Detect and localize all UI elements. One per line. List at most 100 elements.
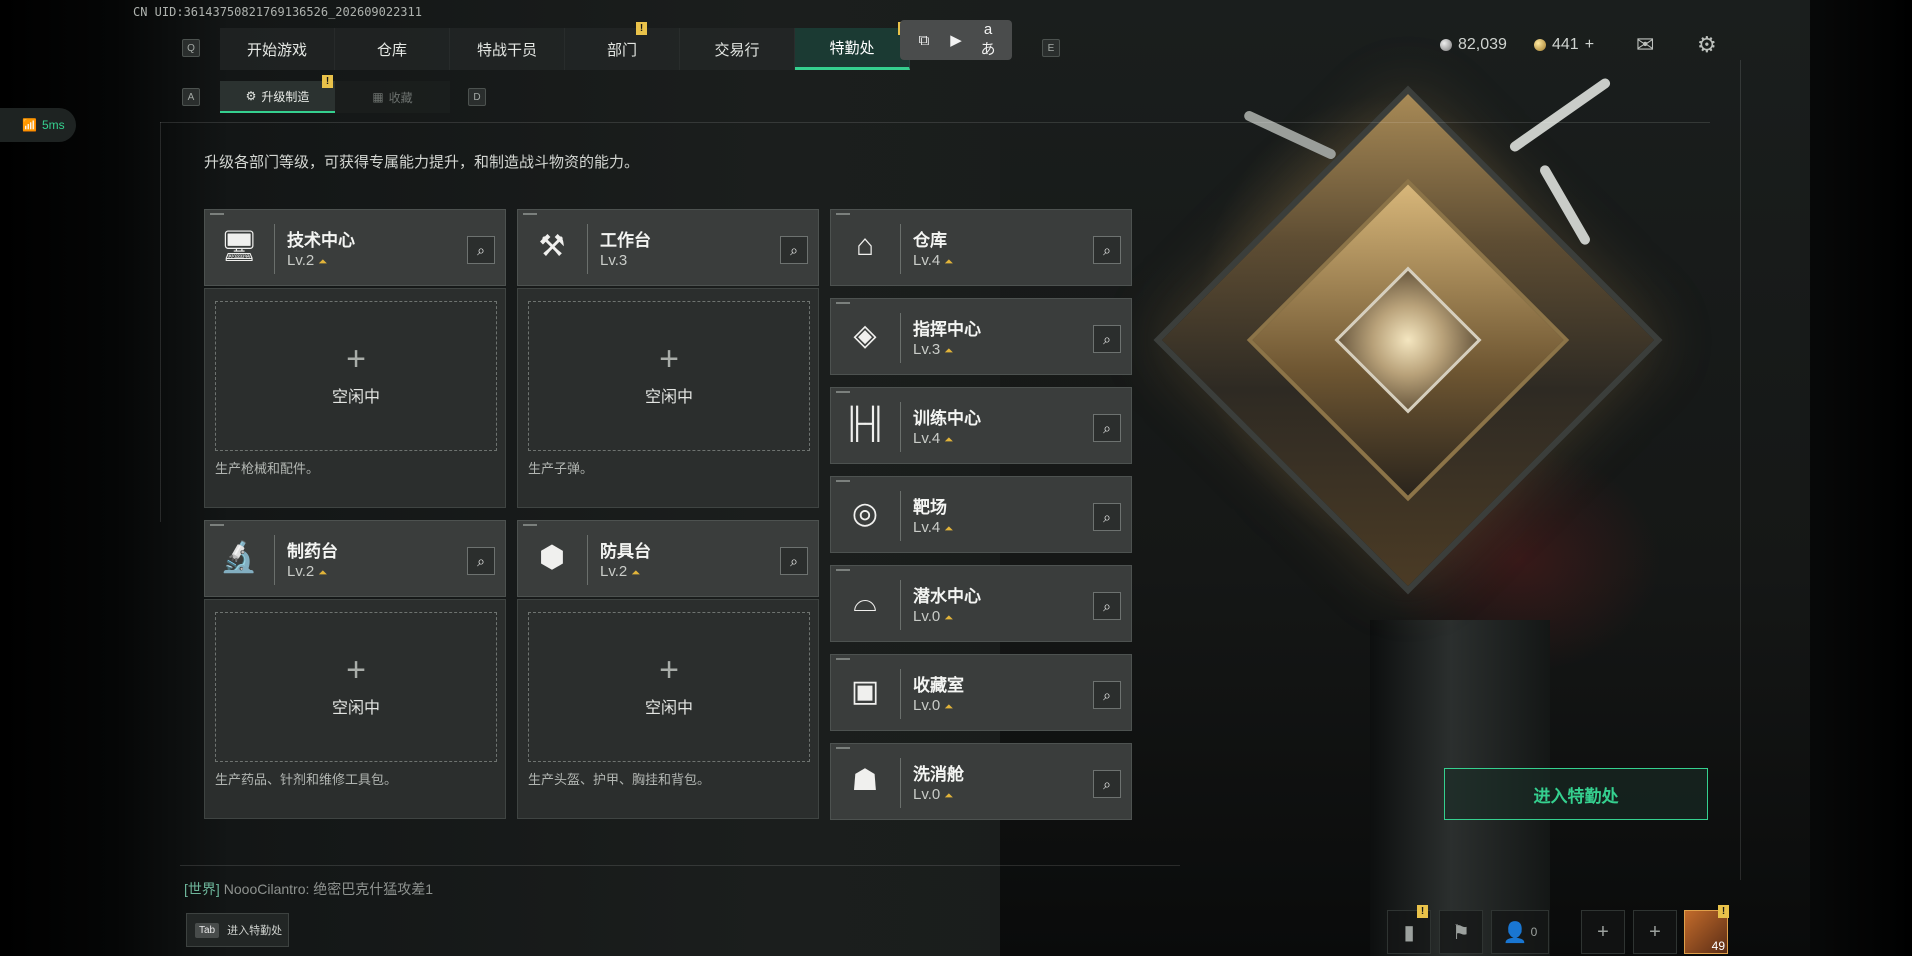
subtab-next-key[interactable]: D	[468, 88, 486, 106]
tab-special-ops[interactable]: 特勤处 !	[795, 22, 910, 70]
flag-icon: ⚑	[1452, 921, 1470, 944]
tab-departments[interactable]: 部门 !	[565, 22, 680, 70]
floating-toolbar: ⧉ ▶ aあ	[900, 20, 1012, 60]
inspect-button[interactable]: ⌕	[1093, 414, 1121, 442]
facility-level: Lv.0 ⏶	[913, 786, 953, 803]
inspect-button[interactable]: ⌕	[467, 236, 495, 264]
subtab-collection[interactable]: ▦ 收藏	[335, 81, 450, 113]
facility-card-diving-center[interactable]: ⌓ 潜水中心 Lv.0 ⏶ ⌕	[830, 565, 1132, 642]
settings-gear-icon[interactable]: ⚙	[1697, 32, 1717, 58]
world-chat[interactable]: [世界] NoooCilantro: 绝密巴克什猛攻差1	[184, 879, 433, 899]
inspect-button[interactable]: ⌕	[780, 547, 808, 575]
friends-button[interactable]: 👤 0	[1491, 910, 1549, 954]
workshop-card-pharmacy[interactable]: 🔬 制药台 Lv.2 ⏶ ⌕	[204, 520, 506, 597]
facility-card-decontamination[interactable]: ☗ 洗消舱 Lv.0 ⏶ ⌕	[830, 743, 1132, 820]
inspect-button[interactable]: ⌕	[1093, 681, 1121, 709]
tab-shortcut-hint[interactable]: Tab 进入特勤处	[186, 913, 289, 947]
inspect-button[interactable]: ⌕	[1093, 770, 1121, 798]
facility-name: 洗消舱	[913, 765, 964, 784]
production-slot[interactable]: + 空闲中	[528, 612, 810, 762]
upgrade-arrow-icon: ⏶	[944, 701, 954, 713]
workshop-card-tech-center[interactable]: 🖥 技术中心 Lv.2 ⏶ ⌕	[204, 209, 506, 286]
card-separator	[900, 402, 901, 452]
level-text: Lv.2	[600, 563, 628, 580]
production-slot[interactable]: + 空闲中	[528, 301, 810, 451]
production-slot[interactable]: + 空闲中	[215, 612, 497, 762]
level-text: Lv.0	[913, 786, 941, 803]
facility-card-warehouse[interactable]: ⌂ 仓库 Lv.4 ⏶ ⌕	[830, 209, 1132, 286]
facility-name: 潜水中心	[913, 587, 981, 606]
add-slot-button[interactable]: +	[1581, 910, 1625, 954]
production-hint: 生产枪械和配件。	[215, 461, 320, 476]
level-text: Lv.0	[913, 697, 941, 714]
inspect-button[interactable]: ⌕	[780, 236, 808, 264]
card-tag	[836, 569, 850, 571]
card-tag	[836, 747, 850, 749]
slot-status: 空闲中	[331, 700, 380, 717]
facility-level: Lv.2 ⏶	[287, 563, 327, 580]
computer-icon: 🖥	[219, 229, 259, 263]
user-icon: 👤	[1502, 921, 1528, 944]
nav-next-key[interactable]: E	[1042, 39, 1060, 57]
upgrade-arrow-icon: ⏶	[318, 256, 328, 268]
target-icon: ◎	[851, 496, 879, 530]
nav-prev-key[interactable]: Q	[182, 39, 200, 57]
page-description: 升级各部门等级，可获得专属能力提升，和制造战斗物资的能力。	[204, 154, 640, 171]
record-icon[interactable]: ▶	[945, 31, 967, 49]
upgrade-arrow-icon: ⏶	[944, 434, 954, 446]
search-icon: ⌕	[1103, 419, 1111, 436]
facility-name: 仓库	[913, 231, 947, 250]
gold-currency[interactable]: 441 +	[1534, 36, 1594, 54]
inspect-button[interactable]: ⌕	[1093, 503, 1121, 531]
dumbbell-icon: ╟╢	[843, 407, 887, 440]
production-slot[interactable]: + 空闲中	[215, 301, 497, 451]
card-tag	[836, 658, 850, 660]
tab-operators[interactable]: 特战干员	[450, 28, 565, 70]
facility-level: Lv.2 ⏶	[600, 563, 640, 580]
facility-level: Lv.0 ⏶	[913, 608, 953, 625]
inspect-button[interactable]: ⌕	[1093, 236, 1121, 264]
card-tag	[210, 213, 224, 215]
card-separator	[900, 580, 901, 630]
card-separator	[587, 535, 588, 585]
stats-button[interactable]: ▮ !	[1387, 905, 1431, 954]
plus-icon: +	[1597, 920, 1609, 943]
card-separator	[900, 313, 901, 363]
card-separator	[587, 224, 588, 274]
screenshot-icon[interactable]: ⧉	[913, 32, 935, 49]
level-text: Lv.3	[600, 252, 628, 269]
upgrade-arrow-icon: ⏶	[944, 612, 954, 624]
player-uid: CN UID:3614375082176913652​6_20260902231…	[133, 5, 422, 19]
inspect-button[interactable]: ⌕	[1093, 325, 1121, 353]
add-gold-button[interactable]: +	[1585, 36, 1594, 54]
search-icon: ⌕	[1103, 508, 1111, 525]
facility-card-command-center[interactable]: ◈ 指挥中心 Lv.3 ⏶ ⌕	[830, 298, 1132, 375]
mail-icon[interactable]: ✉	[1636, 32, 1654, 58]
gold-coin-icon	[1534, 39, 1546, 51]
facility-card-training-center[interactable]: ╟╢ 训练中心 Lv.4 ⏶ ⌕	[830, 387, 1132, 464]
mission-button[interactable]: ⚑	[1439, 910, 1483, 954]
card-separator	[274, 224, 275, 274]
slot-status: 空闲中	[331, 389, 380, 406]
tab-trading[interactable]: 交易行	[680, 28, 795, 70]
search-icon: ⌕	[1103, 775, 1111, 792]
tab-start-game[interactable]: 开始游戏	[220, 28, 335, 70]
subtab-upgrade-craft[interactable]: ⚙ 升级制造 !	[220, 75, 335, 113]
level-text: Lv.0	[913, 608, 941, 625]
inspect-button[interactable]: ⌕	[1093, 592, 1121, 620]
workshop-card-workbench[interactable]: ⚒ 工作台 Lv.3 ⌕	[517, 209, 819, 286]
player-avatar[interactable]: 49 !	[1684, 905, 1729, 954]
inspect-button[interactable]: ⌕	[467, 547, 495, 575]
ping-value: 5ms	[41, 118, 65, 132]
facility-card-collection-room[interactable]: ▣ 收藏室 Lv.0 ⏶ ⌕	[830, 654, 1132, 731]
search-icon: ⌕	[1103, 597, 1111, 614]
facility-level: Lv.4 ⏶	[913, 430, 953, 447]
tab-warehouse[interactable]: 仓库	[335, 28, 450, 70]
enter-special-ops-button[interactable]: 进入特勤处	[1444, 768, 1708, 820]
translate-icon[interactable]: aあ	[977, 21, 999, 59]
add-slot-button[interactable]: +	[1633, 910, 1677, 954]
frame-line	[160, 122, 161, 522]
workshop-card-armor[interactable]: ⬢ 防具台 Lv.2 ⏶ ⌕	[517, 520, 819, 597]
facility-card-shooting-range[interactable]: ◎ 靶场 Lv.4 ⏶ ⌕	[830, 476, 1132, 553]
subtab-prev-key[interactable]: A	[182, 88, 200, 106]
